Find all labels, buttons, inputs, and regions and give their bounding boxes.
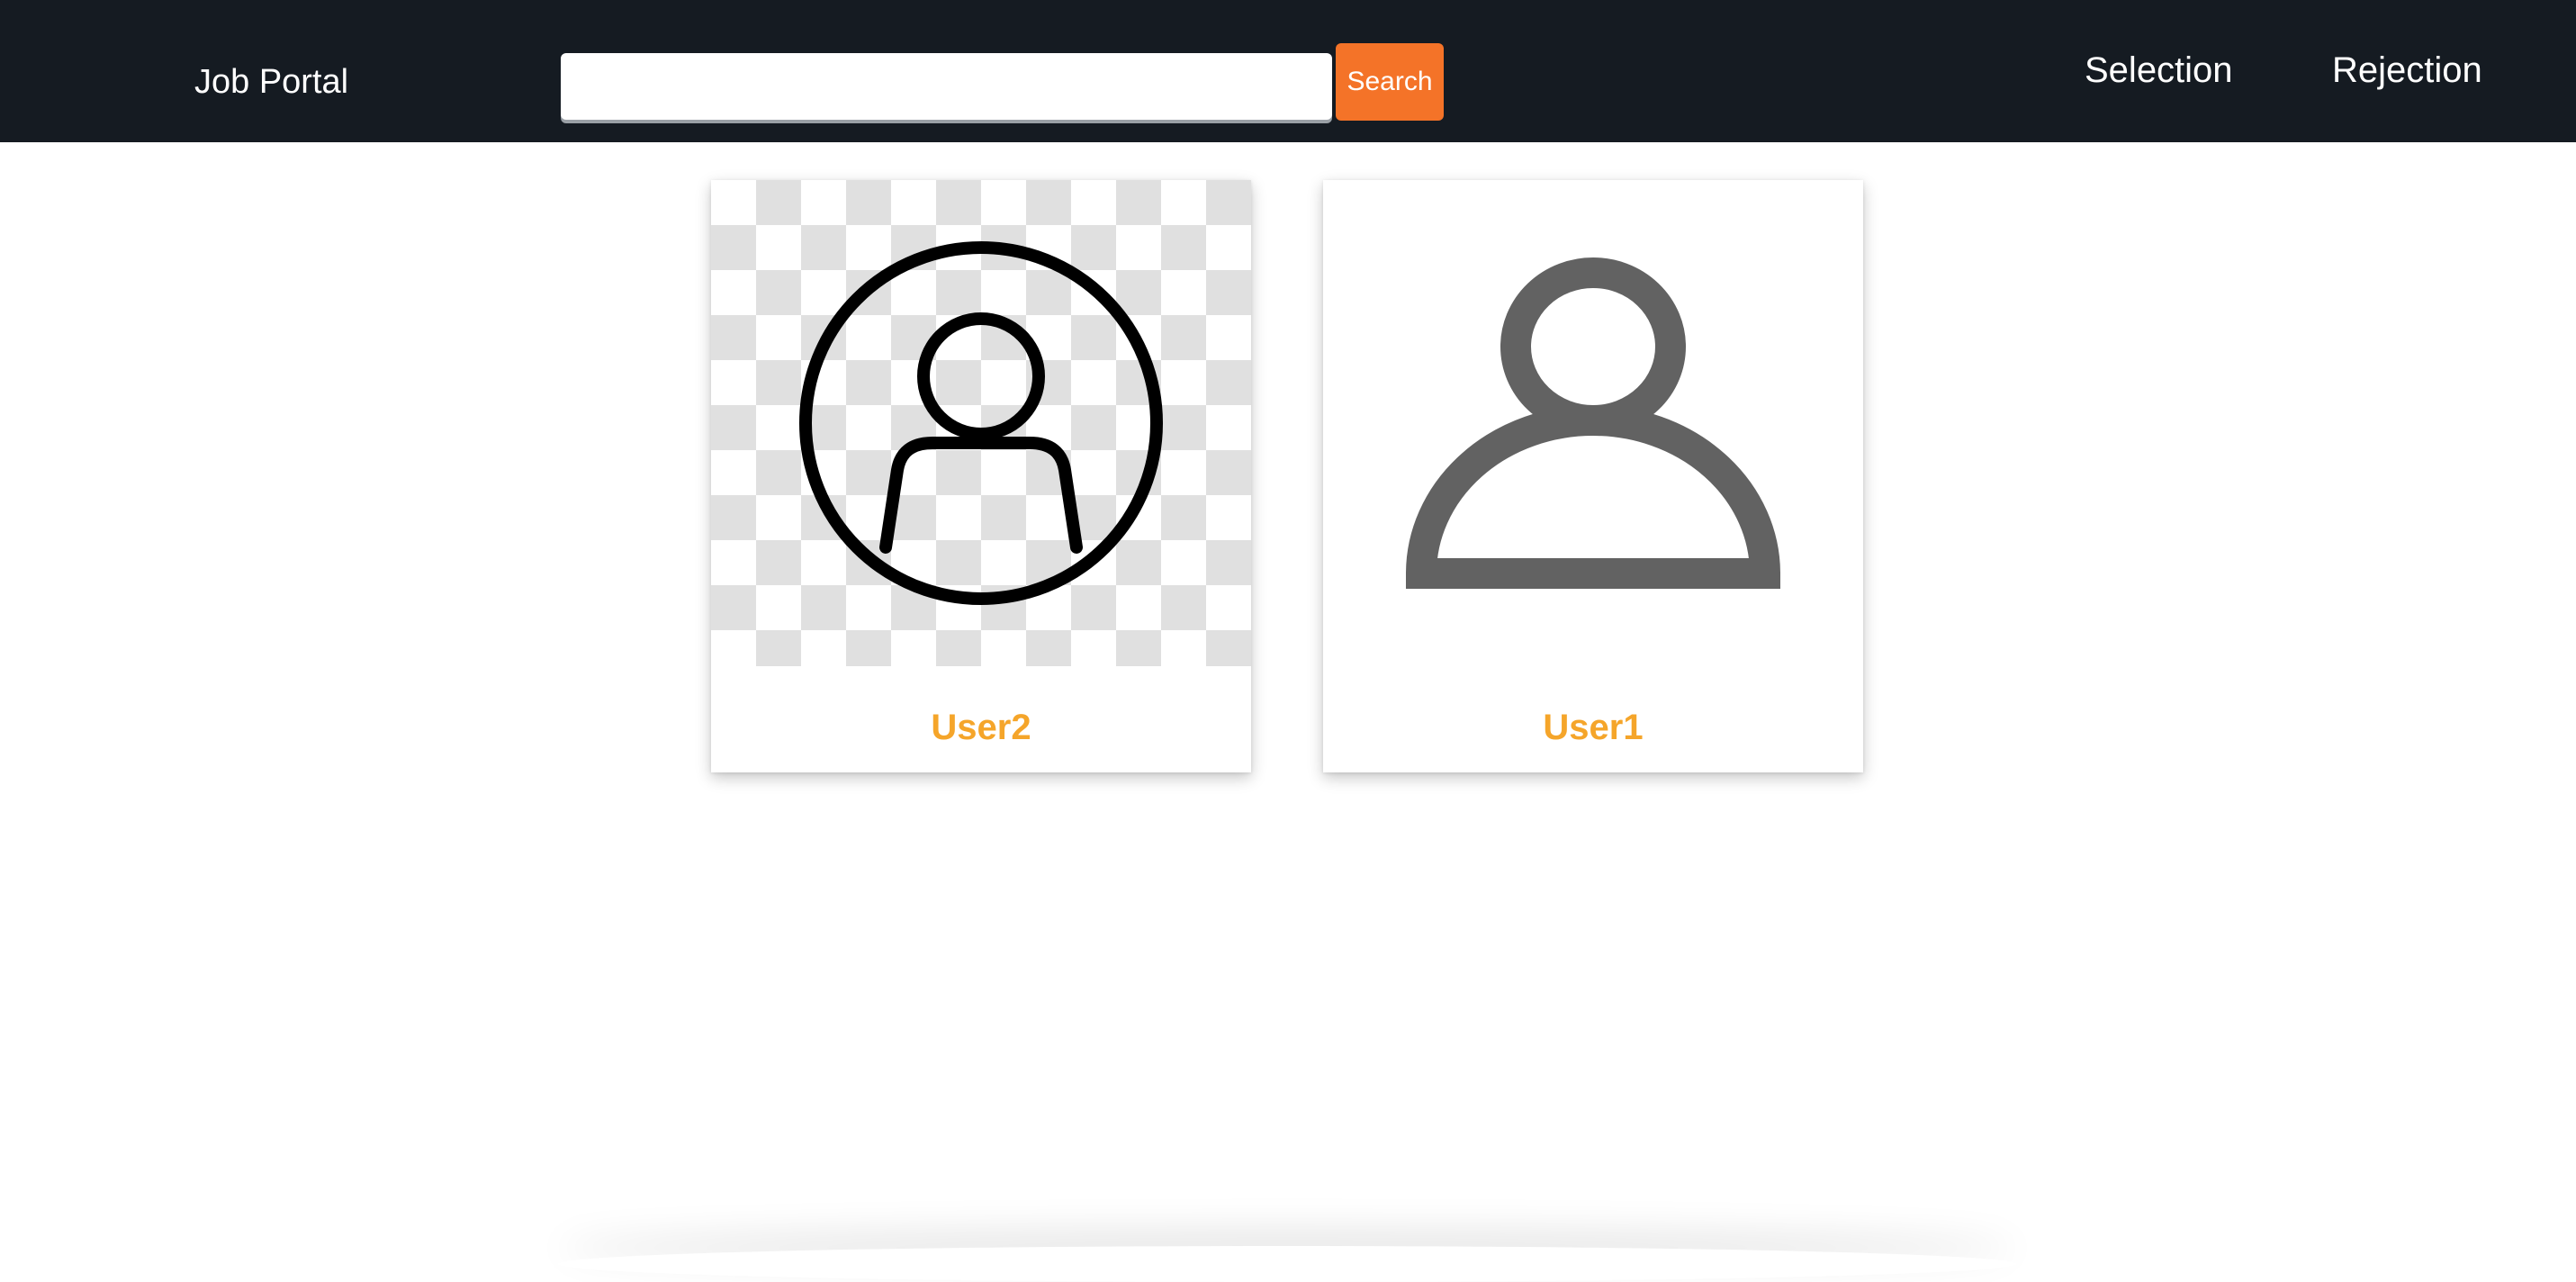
- brand-link[interactable]: Job Portal: [194, 56, 348, 108]
- nav-selection-link[interactable]: Selection: [2085, 45, 2233, 95]
- user-avatar-image: [1323, 180, 1863, 666]
- user-circle-outline-icon: [799, 241, 1163, 605]
- search-input[interactable]: [561, 53, 1332, 120]
- user-silhouette-icon: [1405, 257, 1781, 589]
- nav-rejection-link[interactable]: Rejection: [2332, 45, 2482, 95]
- top-navbar: Job Portal Search Selection Rejection: [0, 0, 2576, 142]
- footer-shadow: [558, 1246, 2016, 1282]
- search-button[interactable]: Search: [1336, 43, 1444, 121]
- user-name[interactable]: User2: [711, 702, 1251, 753]
- user-card[interactable]: User2: [711, 180, 1251, 772]
- user-avatar-image: [711, 180, 1251, 666]
- user-name[interactable]: User1: [1323, 702, 1863, 753]
- user-card[interactable]: User1: [1323, 180, 1863, 772]
